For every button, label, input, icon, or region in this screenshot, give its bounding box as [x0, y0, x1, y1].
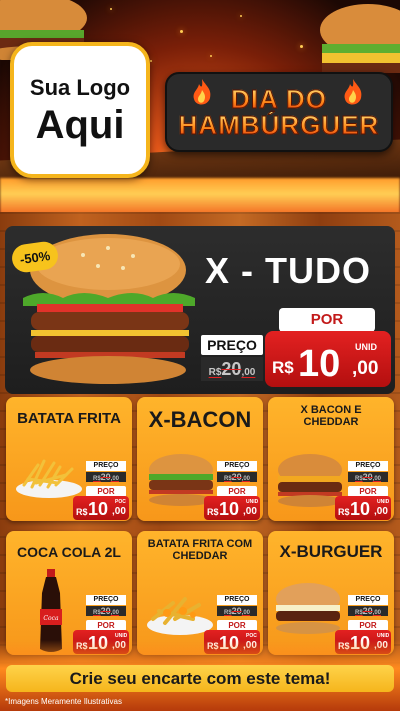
- featured-product-name: X - TUDO: [205, 250, 371, 291]
- product-name: X-BACON: [148, 407, 252, 432]
- old-price: R$20,00: [217, 606, 257, 616]
- old-price: R$20,00: [86, 472, 126, 482]
- old-price: R$20,00: [86, 606, 126, 616]
- product-card: BATATA FRITA COM CHEDDARPREÇOR$20,00PORR…: [137, 531, 263, 655]
- product-card: BATATA FRITA PREÇO R$20,00 POR R$ 10,00 POC: [6, 397, 132, 521]
- cta-banner: Crie seu encarte com este tema!: [6, 665, 394, 692]
- product-name: BATATA FRITA COM CHEDDAR: [147, 538, 253, 562]
- logo-text-line1: Sua Logo: [29, 75, 131, 100]
- preco-label: PREÇO: [86, 595, 126, 605]
- flame-icon: [193, 79, 211, 105]
- preco-label: PREÇO: [217, 595, 257, 605]
- price-tag: R$10,00POC: [73, 496, 129, 520]
- old-price: R$20,00: [217, 472, 257, 482]
- product-name: BATATA FRITA: [17, 410, 121, 427]
- featured-preco-label: PREÇO: [201, 335, 263, 355]
- product-name: X-BURGUER: [279, 542, 383, 561]
- svg-text:Coca: Coca: [43, 615, 59, 622]
- product-card: X BACON E CHEDDAR PREÇO R$20,00 POR R$ 10,00 U…: [268, 397, 394, 521]
- preco-label: PREÇO: [348, 595, 388, 605]
- featured-price-tag: R$ 10 ,00 UNID: [265, 331, 391, 387]
- featured-por-label: POR: [279, 308, 375, 332]
- preco-label: PREÇO: [217, 461, 257, 471]
- product-name: COCA COLA 2L: [17, 544, 121, 560]
- logo-text-line2: Aqui: [35, 103, 125, 147]
- price-tag: R$10,00UNID: [204, 496, 260, 520]
- featured-old-price: R$20,00: [201, 357, 263, 381]
- price-tag: R$10,00UNID: [335, 496, 391, 520]
- burger-image: [320, 4, 400, 73]
- flame-icon: [344, 79, 362, 105]
- product-card: X-BURGUERPREÇOR$20,00PORR$10,00UNID: [268, 531, 394, 655]
- disclaimer-text: *Imagens Meramente Ilustrativas: [5, 697, 122, 706]
- preco-label: PREÇO: [348, 461, 388, 471]
- product-card: X-BACON PREÇO R$20,00 POR R$ 10,00 UNID: [137, 397, 263, 521]
- product-card: COCA COLA 2LCocaPREÇOR$20,00PORR$10,00UN…: [6, 531, 132, 655]
- event-title-line2: HAMBÚRGUER: [178, 110, 380, 140]
- product-name: X BACON E CHEDDAR: [300, 404, 362, 428]
- burger-image: [272, 581, 344, 640]
- old-price: R$20,00: [348, 472, 388, 482]
- logo-placeholder: Sua Logo Aqui: [10, 42, 150, 178]
- old-price: R$20,00: [348, 606, 388, 616]
- event-title-line1: DIA DO: [230, 84, 328, 114]
- preco-label: PREÇO: [86, 461, 126, 471]
